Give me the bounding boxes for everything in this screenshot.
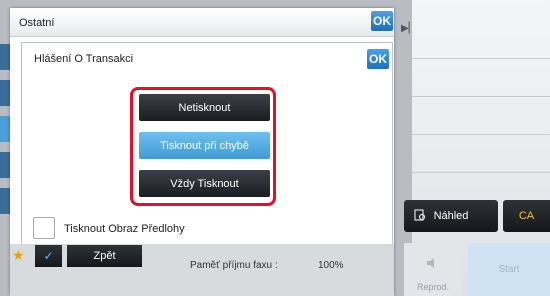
- speaker-icon: [427, 258, 434, 268]
- back-button[interactable]: Zpět: [67, 245, 142, 267]
- preview-button[interactable]: Náhled: [404, 200, 498, 232]
- option-label: Vždy Tisknout: [170, 177, 239, 190]
- fax-memory-value: 100%: [318, 260, 344, 271]
- check-icon: ✓: [43, 249, 54, 263]
- inner-ok-button[interactable]: OK: [367, 49, 389, 69]
- start-button[interactable]: Start: [468, 243, 550, 296]
- side-tab[interactable]: [0, 80, 10, 106]
- dialog-title: Hlášení O Transakci: [34, 53, 134, 65]
- side-tab[interactable]: [0, 116, 10, 142]
- option-print-on-error-button[interactable]: Tisknout při chybě: [139, 132, 270, 159]
- ca-button[interactable]: CA: [503, 200, 550, 232]
- option-label: Netisknout: [178, 101, 231, 114]
- transaction-report-dialog: Hlášení O Transakci OK Netisknout Tiskno…: [21, 42, 393, 276]
- option-label: Tisknout při chybě: [160, 139, 249, 152]
- side-tab[interactable]: [0, 152, 10, 178]
- preview-icon: [414, 209, 426, 221]
- option-always-print-button[interactable]: Vždy Tisknout: [139, 170, 270, 197]
- background-divider: [412, 134, 550, 135]
- ca-label: CA: [518, 210, 535, 222]
- preview-label: Náhled: [433, 210, 469, 222]
- option-no-print-button[interactable]: Netisknout: [139, 94, 270, 121]
- star-icon[interactable]: ★: [12, 248, 26, 262]
- print-original-image-label: Tisknout Obraz Předlohy: [64, 223, 185, 235]
- side-tab[interactable]: [0, 44, 10, 70]
- inner-ok-label: OK: [369, 52, 387, 66]
- confirm-check-button[interactable]: ✓: [35, 245, 62, 267]
- outer-dialog-title: Ostatní: [19, 17, 55, 29]
- outer-ok-button[interactable]: OK: [371, 11, 393, 31]
- background-divider: [412, 172, 550, 173]
- outer-dialog-header: Ostatní OK: [10, 8, 394, 37]
- outer-ok-label: OK: [373, 14, 391, 28]
- repro-label: Reprod.: [416, 282, 450, 292]
- background-divider: [412, 58, 550, 59]
- start-label: Start: [498, 264, 520, 275]
- repro-button[interactable]: Reprod.: [404, 243, 462, 296]
- print-original-image-checkbox[interactable]: [33, 217, 55, 239]
- back-label: Zpět: [93, 250, 116, 262]
- fax-memory-label: Paměť příjmu faxu :: [190, 260, 278, 271]
- background-divider: [412, 96, 550, 97]
- side-tab[interactable]: [0, 188, 10, 214]
- collapse-arrow-icon[interactable]: ▶▏: [401, 22, 416, 36]
